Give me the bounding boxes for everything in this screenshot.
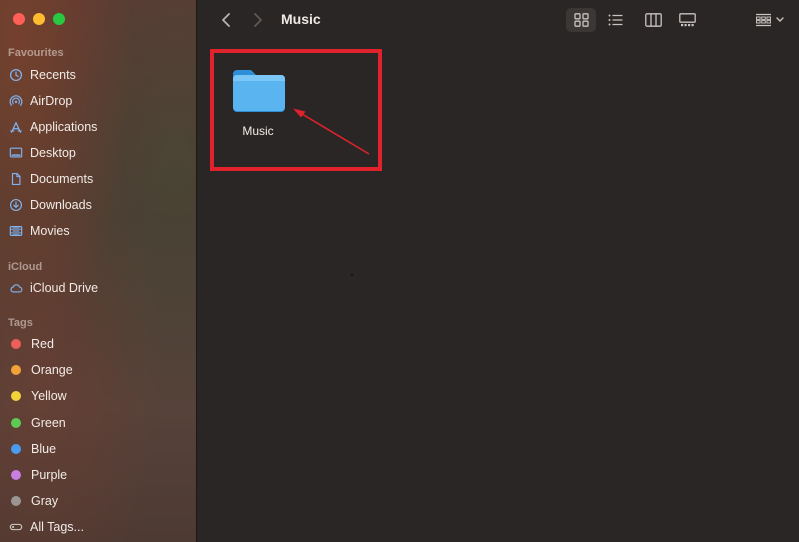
sidebar-tag-gray[interactable]: Gray [8,490,188,512]
tag-outline-icon [8,519,24,535]
list-view-button[interactable] [600,8,630,32]
window-controls [13,13,65,25]
sidebar-item-label: Documents [30,172,94,186]
gallery-view-button[interactable] [672,8,702,32]
sidebar-item-label: Desktop [30,146,76,160]
tag-color-dot [11,339,21,349]
film-icon [8,223,24,239]
chevron-right-icon [253,12,263,28]
sidebar-item-label: iCloud Drive [30,281,99,295]
icloud-section-title: iCloud [8,261,43,273]
sidebar: Favourites Recents AirDrop Applications … [0,0,197,542]
sidebar-tag-yellow[interactable]: Yellow [8,385,188,407]
maximize-window-button[interactable] [53,13,65,25]
sidebar-item-label: Gray [31,494,59,508]
sidebar-item-label: AirDrop [30,94,73,108]
sidebar-tag-orange[interactable]: Orange [8,359,188,381]
tags-section-title: Tags [8,317,33,329]
sidebar-item-airdrop[interactable]: AirDrop [8,90,188,112]
group-grid-icon [755,13,772,27]
cloud-icon [8,280,24,296]
sidebar-item-label: Movies [30,224,70,238]
sidebar-item-label: All Tags... [30,520,84,534]
airdrop-icon [8,93,24,109]
main-content: Music Music [197,0,799,542]
sidebar-item-label: Green [31,416,66,430]
close-window-button[interactable] [13,13,25,25]
tag-color-dot [11,365,21,375]
sidebar-item-label: Applications [30,120,98,134]
chevron-down-icon [775,17,784,23]
sidebar-item-desktop[interactable]: Desktop [8,142,188,164]
list-view-icon [607,13,624,27]
sidebar-tag-purple[interactable]: Purple [8,464,188,486]
minimize-window-button[interactable] [33,13,45,25]
icon-view-icon [573,13,590,27]
sidebar-item-label: Recents [30,68,76,82]
column-view-icon [644,13,662,27]
tag-color-dot [11,444,21,454]
document-icon [8,171,24,187]
column-view-button[interactable] [638,8,668,32]
sidebar-item-label: Downloads [30,198,92,212]
applications-icon [8,119,24,135]
tag-color-dot [11,418,21,428]
sidebar-item-label: Yellow [31,389,67,403]
group-by-button[interactable] [749,8,789,32]
tag-color-dot [11,391,21,401]
tag-color-dot [11,470,21,480]
sidebar-item-label: Orange [31,363,73,377]
finder-window: Favourites Recents AirDrop Applications … [0,0,799,542]
sidebar-item-label: Purple [31,468,68,482]
annotation-highlight-box [210,49,382,171]
toolbar: Music [197,0,799,40]
sidebar-tag-blue[interactable]: Blue [8,438,188,460]
sidebar-tag-green[interactable]: Green [8,412,188,434]
icon-view-button[interactable] [566,8,596,32]
tag-color-dot [11,496,21,506]
favourites-section-title: Favourites [8,47,64,59]
cursor-speck [351,274,353,276]
gallery-view-icon [678,13,696,27]
sidebar-item-applications[interactable]: Applications [8,116,188,138]
sidebar-item-documents[interactable]: Documents [8,168,188,190]
clock-icon [8,67,24,83]
sidebar-item-label: Blue [31,442,57,456]
window-title: Music [281,11,321,27]
sidebar-item-movies[interactable]: Movies [8,220,188,242]
sidebar-all-tags[interactable]: All Tags... [8,516,188,538]
download-icon [8,197,24,213]
forward-button[interactable] [249,10,267,30]
back-button[interactable] [217,10,235,30]
sidebar-item-icloud-drive[interactable]: iCloud Drive [8,277,188,299]
sidebar-item-label: Red [31,337,54,351]
desktop-icon [8,145,24,161]
sidebar-tag-red[interactable]: Red [8,333,188,355]
sidebar-item-recents[interactable]: Recents [8,64,188,86]
sidebar-item-downloads[interactable]: Downloads [8,194,188,216]
chevron-left-icon [221,12,231,28]
